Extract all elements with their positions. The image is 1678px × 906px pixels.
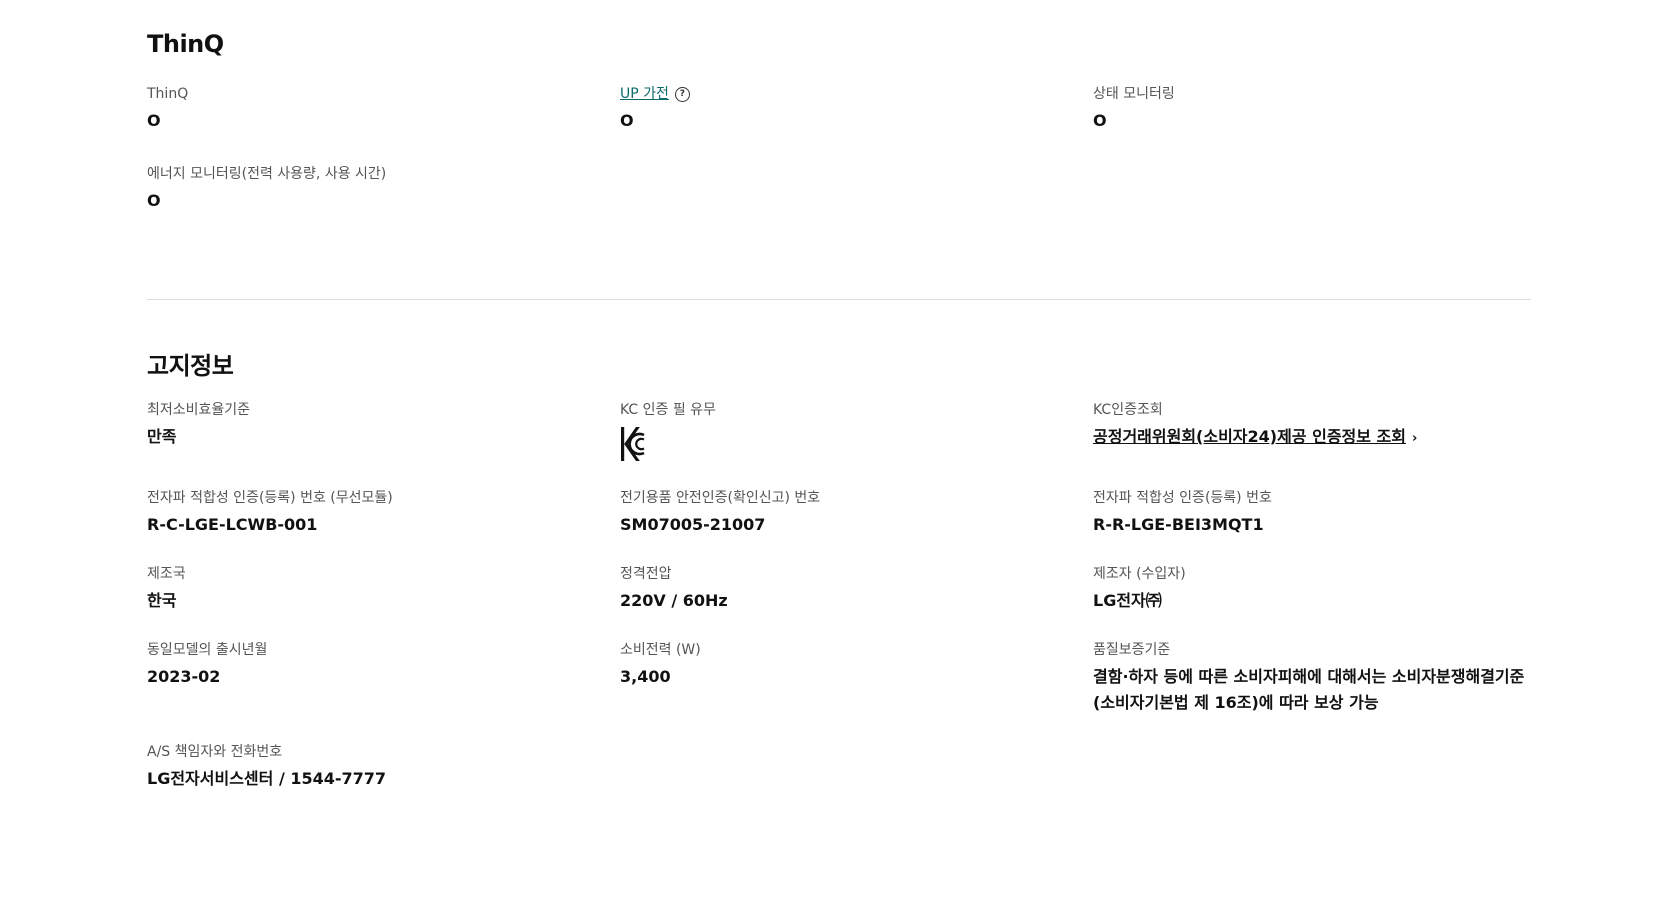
help-circle-icon[interactable]: ? xyxy=(674,86,690,102)
spec-value: O xyxy=(1093,111,1107,130)
spec-value: 3,400 xyxy=(620,667,671,686)
spec-value: O xyxy=(620,111,634,130)
spec-label: 동일모델의 출시년월 xyxy=(147,642,268,658)
spec-value: 만족 xyxy=(147,427,177,446)
spec-value: O xyxy=(147,191,161,210)
spec-value: R-R-LGE-BEI3MQT1 xyxy=(1093,515,1264,534)
spec-label: 정격전압 xyxy=(620,566,672,582)
spec-label: 상태 모니터링 xyxy=(1093,86,1175,102)
spec-label: 전기용품 안전인증(확인신고) 번호 xyxy=(620,490,821,506)
spec-label: A/S 책임자와 전화번호 xyxy=(147,744,283,760)
spec-item-electrical-safety: 전기용품 안전인증(확인신고) 번호 SM07005-21007 xyxy=(620,488,1093,538)
spec-item-status-monitoring: 상태 모니터링 O xyxy=(1093,84,1531,134)
spec-label: 최저소비효율기준 xyxy=(147,402,251,418)
spec-label: 제조자 (수입자) xyxy=(1093,566,1186,582)
spec-item-power-consumption: 소비전력 (W) 3,400 xyxy=(620,640,1093,716)
spec-item-country: 제조국 한국 xyxy=(147,564,620,614)
kc-lookup-row: 공정거래위원회(소비자24)제공 인증정보 조회 › xyxy=(1093,424,1531,452)
spec-label: 소비전력 (W) xyxy=(620,642,701,658)
thinq-grid: ThinQ O UP 가전 ? O 상태 모니터링 O 에너지 모니터링(전력 … xyxy=(147,84,1531,214)
spec-label: 전자파 적합성 인증(등록) 번호 xyxy=(1093,490,1272,506)
spec-value: 220V / 60Hz xyxy=(620,591,728,610)
up-appliance-link[interactable]: UP 가전 xyxy=(620,84,669,104)
spec-item-emc-wireless: 전자파 적합성 인증(등록) 번호 (무선모듈) R-C-LGE-LCWB-00… xyxy=(147,488,620,538)
spec-item-kc-mark: KC 인증 필 유무 xyxy=(620,400,1093,462)
kc-certification-mark xyxy=(621,427,645,461)
spec-label: KC 인증 필 유무 xyxy=(620,402,716,418)
spec-value: SM07005-21007 xyxy=(620,515,766,534)
spec-item-emc: 전자파 적합성 인증(등록) 번호 R-R-LGE-BEI3MQT1 xyxy=(1093,488,1531,538)
thinq-section-title: ThinQ xyxy=(147,30,224,58)
spec-value: O xyxy=(147,111,161,130)
kc-lookup-link[interactable]: 공정거래위원회(소비자24)제공 인증정보 조회 xyxy=(1093,427,1406,446)
spec-item-min-efficiency: 최저소비효율기준 만족 xyxy=(147,400,620,462)
spec-label: 품질보증기준 xyxy=(1093,642,1171,658)
spec-value: LG전자서비스센터 / 1544-7777 xyxy=(147,769,387,788)
notice-section-title: 고지정보 xyxy=(147,352,234,380)
spec-item-as-contact: A/S 책임자와 전화번호 LG전자서비스센터 / 1544-7777 xyxy=(147,742,620,792)
spec-item-thinq: ThinQ O xyxy=(147,84,620,134)
spec-label: ThinQ xyxy=(147,86,189,102)
spec-label: 전자파 적합성 인증(등록) 번호 (무선모듈) xyxy=(147,490,393,506)
spec-value: R-C-LGE-LCWB-001 xyxy=(147,515,318,534)
chevron-right-icon[interactable]: › xyxy=(1412,426,1417,452)
spec-item-energy-monitoring: 에너지 모니터링(전력 사용량, 사용 시간) O xyxy=(147,164,620,214)
spec-item-quality-warranty: 품질보증기준 결함·하자 등에 따른 소비자피해에 대해서는 소비자분쟁해결기준… xyxy=(1093,640,1531,716)
spec-value: 한국 xyxy=(147,591,177,610)
spec-item-manufacturer: 제조자 (수입자) LG전자㈜ xyxy=(1093,564,1531,614)
spec-value: LG전자㈜ xyxy=(1093,591,1162,610)
spec-item-rated-voltage: 정격전압 220V / 60Hz xyxy=(620,564,1093,614)
spec-value: 2023-02 xyxy=(147,667,221,686)
spec-item-release-date: 동일모델의 출시년월 2023-02 xyxy=(147,640,620,716)
notice-grid: 최저소비효율기준 만족 KC 인증 필 유무 KC인증조회 공정거래위원회(소비… xyxy=(147,400,1531,792)
spec-label: KC인증조회 xyxy=(1093,402,1163,418)
spec-item-kc-lookup: KC인증조회 공정거래위원회(소비자24)제공 인증정보 조회 › xyxy=(1093,400,1531,462)
spec-label-row: UP 가전 ? xyxy=(620,84,1093,104)
spec-label: 에너지 모니터링(전력 사용량, 사용 시간) xyxy=(147,166,387,182)
spec-value: 결함·하자 등에 따른 소비자피해에 대해서는 소비자분쟁해결기준 (소비자기본… xyxy=(1093,667,1525,712)
spec-item-up-appliance: UP 가전 ? O xyxy=(620,84,1093,134)
spec-label: 제조국 xyxy=(147,566,186,582)
section-divider xyxy=(147,299,1531,300)
